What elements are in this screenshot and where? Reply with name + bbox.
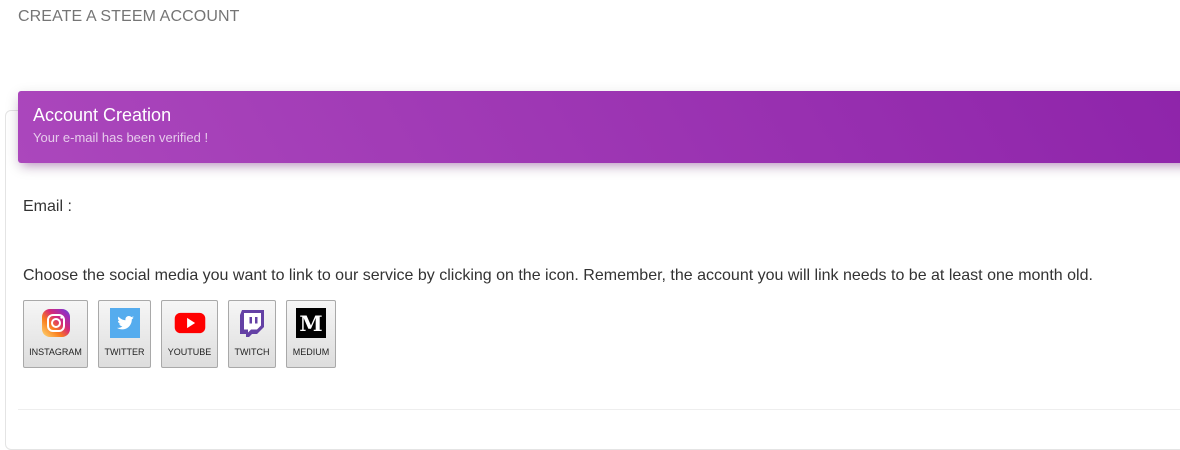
twitter-label: TWITTER [104, 347, 145, 357]
medium-button[interactable]: M MEDIUM [286, 300, 336, 368]
card-header-title: Account Creation [33, 105, 172, 125]
email-label: Email : [23, 198, 72, 215]
twitch-icon [236, 307, 268, 339]
medium-label: MEDIUM [292, 347, 330, 357]
medium-icon: M [295, 307, 327, 339]
page-title: CREATE A STEEM ACCOUNT [18, 8, 240, 25]
instagram-icon [40, 307, 72, 339]
card-footer-divider [18, 409, 1180, 410]
twitter-icon [109, 307, 141, 339]
twitch-button[interactable]: TWITCH [228, 300, 276, 368]
social-instruction-text: Choose the social media you want to link… [23, 267, 1093, 284]
youtube-icon [174, 307, 206, 339]
twitter-button[interactable]: TWITTER [98, 300, 151, 368]
youtube-button[interactable]: YOUTUBE [161, 300, 218, 368]
social-buttons-row: INSTAGRAM TWITTER YOUTUBE TWITCH M MEDIU… [23, 300, 336, 368]
card-header: Account Creation Your e-mail has been ve… [18, 91, 1180, 163]
instagram-button[interactable]: INSTAGRAM [23, 300, 88, 368]
svg-text:M: M [299, 311, 322, 336]
instagram-label: INSTAGRAM [29, 347, 82, 357]
youtube-label: YOUTUBE [167, 347, 212, 357]
card-header-subtitle: Your e-mail has been verified ! [33, 130, 209, 145]
twitch-label: TWITCH [234, 347, 270, 357]
